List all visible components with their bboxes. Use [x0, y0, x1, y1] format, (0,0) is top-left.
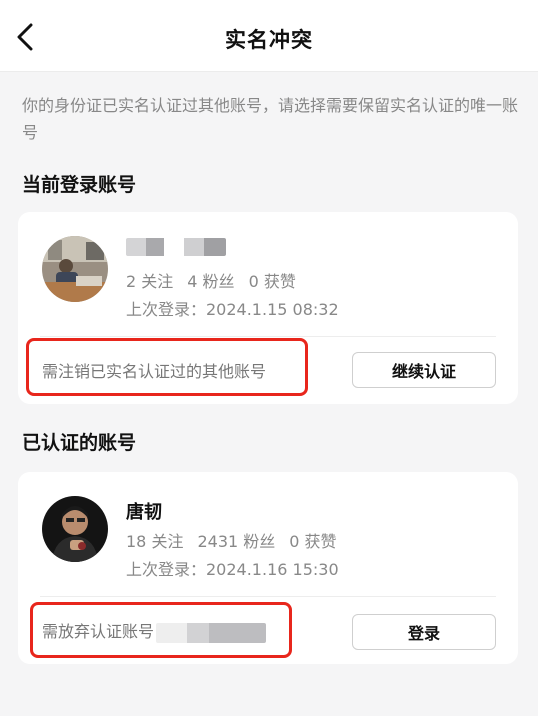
verified-account-last-login: 上次登录：2024.1.16 15:30: [126, 560, 339, 579]
divider: [40, 336, 496, 337]
page-title: 实名冲突: [225, 28, 313, 52]
likes-count: 0 获赞: [289, 532, 337, 551]
likes-count: 0 获赞: [248, 272, 296, 291]
highlight-box: [30, 602, 292, 658]
current-account-heading: 当前登录账号: [22, 174, 137, 196]
verified-account-heading: 已认证的账号: [22, 432, 137, 454]
conflict-notice: 你的身份证已实名认证过其他账号，请选择需要保留实名认证的唯一账号: [22, 96, 519, 142]
verified-account-card: 唐韧 18 关注 2431 粉丝 0 获赞 上次登录：2024.1.16 15:30…: [18, 472, 518, 664]
nav-bar: 实名冲突: [0, 0, 538, 72]
current-account-name: [126, 236, 226, 257]
blurred-username: [126, 238, 226, 256]
login-button[interactable]: 登录: [352, 614, 496, 650]
verified-account-name: 唐韧: [126, 502, 162, 523]
divider: [40, 596, 496, 597]
verified-account-avatar: [42, 496, 108, 562]
current-account-last-login: 上次登录：2024.1.15 08:32: [126, 300, 339, 319]
current-account-stats: 2 关注 4 粉丝 0 获赞: [126, 268, 310, 292]
following-count: 2 关注: [126, 272, 174, 291]
current-account-card: 2 关注 4 粉丝 0 获赞 上次登录：2024.1.15 08:32 需注销已实名…: [18, 212, 518, 404]
verified-account-stats: 18 关注 2431 粉丝 0 获赞: [126, 528, 351, 552]
followers-count: 4 粉丝: [187, 272, 235, 291]
following-count: 18 关注: [126, 532, 184, 551]
followers-count: 2431 粉丝: [197, 532, 276, 551]
highlight-box: [26, 338, 308, 396]
current-account-avatar: [42, 236, 108, 302]
continue-verification-button[interactable]: 继续认证: [352, 352, 496, 388]
